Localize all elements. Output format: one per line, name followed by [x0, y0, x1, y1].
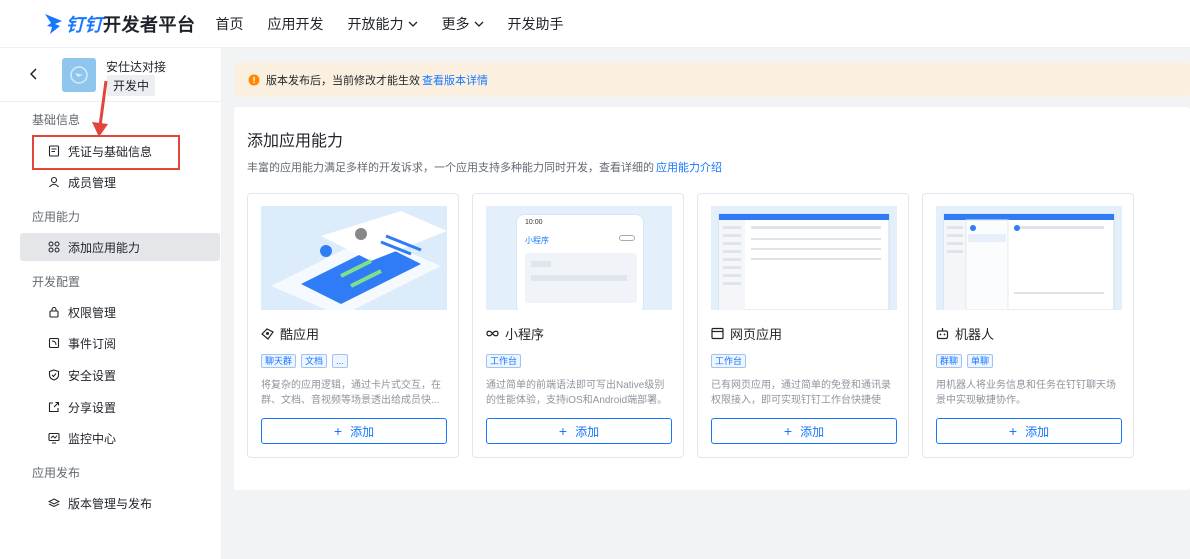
back-icon[interactable]	[30, 68, 38, 80]
share-icon	[48, 401, 60, 413]
card-description: 通过简单的前端语法即可写出Native级别的性能体验，支持iOS和Android…	[486, 380, 668, 406]
event-icon	[48, 337, 60, 349]
tag: 文档	[301, 354, 328, 368]
robot-preview-image	[936, 206, 1122, 310]
tag: 聊天群	[261, 354, 297, 368]
tag-list: 群聊 单聊	[936, 354, 998, 368]
shield-icon	[48, 369, 60, 381]
section-title-release: 应用发布	[32, 466, 81, 480]
app-status-badge: 开发中	[107, 75, 156, 96]
red-arrow-annotation	[92, 80, 108, 137]
capability-card-web-app: 网页应用 工作台 已有网页应用，通过简单的免登和通讯录权限接入，即可实现钉钉工作…	[697, 193, 909, 458]
tag: 群聊	[936, 354, 963, 368]
add-mini-program-button[interactable]: + 添加	[486, 418, 672, 444]
section-title-dev-config: 开发配置	[32, 275, 81, 289]
sidebar-item-permissions[interactable]: 权限管理	[20, 298, 220, 326]
cool-app-preview-image	[261, 206, 447, 310]
member-icon	[49, 176, 59, 188]
nav-app-dev[interactable]: 应用开发	[268, 14, 324, 34]
capability-card-robot: 机器人 群聊 单聊 用机器人将业务信息和任务在钉钉聊天场景中实现敏捷协作。 + 添…	[922, 193, 1134, 458]
dingtalk-logo-icon	[45, 13, 62, 34]
card-title: 酷应用	[280, 327, 320, 342]
card-description: 用机器人将业务信息和任务在钉钉聊天场景中实现敏捷协作。	[936, 380, 1116, 406]
tag-list: 聊天群 文档 ...	[261, 354, 353, 368]
page-description: 丰富的应用能力满足多样的开发诉求，一个应用支持多种能力同时开发，查看详细的 应用能…	[247, 162, 722, 174]
cool-app-icon	[261, 328, 274, 340]
capability-card-mini-program: 10:00 小程序 小程序 工作台 通过简单的前端语法即可写出Native级别的…	[472, 193, 684, 458]
logo-text: 钉钉开发者平台	[66, 14, 196, 35]
plus-icon: +	[1008, 423, 1018, 439]
tag-list: 工作台	[711, 354, 751, 368]
capability-card-cool-app: 酷应用 聊天群 文档 ... 将复杂的应用逻辑，通过卡片式交互，在群、文档、音视…	[247, 193, 459, 458]
plus-icon: +	[558, 423, 568, 439]
chevron-down-icon	[408, 21, 417, 27]
tag: ...	[332, 354, 348, 368]
sidebar-item-monitor[interactable]: 监控中心	[20, 424, 220, 452]
apps-icon	[48, 241, 60, 253]
sidebar-item-share[interactable]: 分享设置	[20, 393, 220, 421]
card-title: 网页应用	[730, 327, 783, 342]
top-bar: 钉钉开发者平台 首页 应用开发 开放能力 更多 开发助手	[0, 0, 1190, 48]
nav-dev-assistant[interactable]: 开发助手	[508, 14, 564, 34]
robot-icon	[936, 328, 949, 340]
add-cool-app-button[interactable]: + 添加	[261, 418, 447, 444]
tag: 工作台	[486, 354, 522, 368]
miniprogram-icon	[486, 330, 499, 337]
mini-program-preview-image: 10:00 小程序	[486, 206, 672, 310]
tag-list: 工作台	[486, 354, 526, 368]
tag: 单聊	[967, 354, 994, 368]
warning-icon	[248, 74, 260, 85]
sidebar-item-members[interactable]: 成员管理	[20, 168, 220, 196]
chevron-down-icon	[474, 21, 483, 27]
tag: 工作台	[711, 354, 747, 368]
capability-intro-link[interactable]: 应用能力介绍	[656, 162, 722, 174]
webpage-icon	[711, 327, 724, 340]
card-description: 将复杂的应用逻辑，通过卡片式交互，在群、文档、音视频等场景透出给成员快...	[261, 380, 441, 406]
highlight-annotation-box	[32, 135, 180, 170]
sidebar-item-versions[interactable]: 版本管理与发布	[20, 489, 220, 517]
lock-icon	[49, 306, 59, 318]
add-web-app-button[interactable]: + 添加	[711, 418, 897, 444]
plus-icon: +	[333, 423, 343, 439]
nav-home[interactable]: 首页	[216, 14, 244, 34]
sidebar-item-events[interactable]: 事件订阅	[20, 329, 220, 357]
add-robot-button[interactable]: + 添加	[936, 418, 1122, 444]
nav-open-capabilities[interactable]: 开放能力	[348, 14, 418, 34]
card-description: 已有网页应用，通过简单的免登和通讯录权限接入，即可实现钉钉工作台快捷使用。	[711, 380, 891, 406]
version-notice: 版本发布后，当前修改才能生效 查看版本详情	[234, 62, 1190, 97]
page-title: 添加应用能力	[247, 133, 344, 150]
sidebar-item-security[interactable]: 安全设置	[20, 361, 220, 389]
nav-more[interactable]: 更多	[442, 14, 484, 34]
logo[interactable]: 钉钉开发者平台	[44, 11, 196, 37]
card-title: 小程序	[505, 327, 545, 342]
view-version-link[interactable]: 查看版本详情	[422, 72, 488, 88]
sidebar-item-add-capability[interactable]: 添加应用能力	[20, 233, 220, 261]
top-nav: 首页 应用开发 开放能力 更多 开发助手	[216, 14, 588, 34]
layers-icon	[48, 498, 60, 508]
capability-panel: 添加应用能力 丰富的应用能力满足多样的开发诉求，一个应用支持多种能力同时开发，查…	[234, 107, 1190, 490]
monitor-icon	[48, 432, 60, 444]
app-name: 安仕达对接	[106, 60, 167, 74]
web-app-preview-image	[711, 206, 897, 310]
section-title-capabilities: 应用能力	[32, 210, 81, 224]
plus-icon: +	[783, 423, 793, 439]
sidebar: 安仕达对接 开发中 基础信息 凭证与基础信息 成员管理 应用能力 添加应用能力 …	[0, 48, 222, 559]
section-title-basic: 基础信息	[32, 113, 81, 127]
card-title: 机器人	[955, 327, 995, 342]
